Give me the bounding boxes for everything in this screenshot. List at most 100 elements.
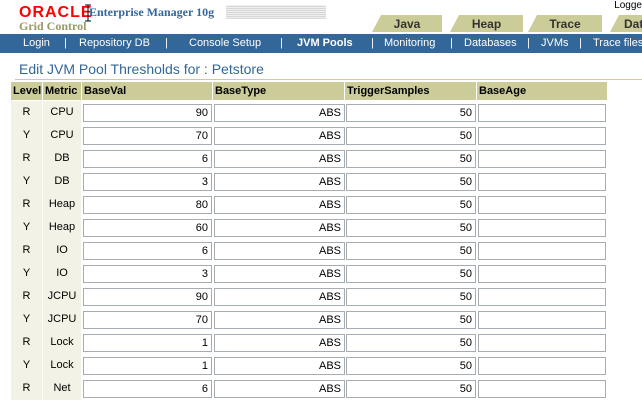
level-cell: Y bbox=[11, 262, 42, 285]
baseage-input[interactable] bbox=[478, 196, 606, 214]
triggersamples-input[interactable]: 50 bbox=[346, 242, 476, 260]
metric-cell: CPU bbox=[43, 101, 81, 124]
baseage-input[interactable] bbox=[478, 104, 606, 122]
basetype-input[interactable]: ABS bbox=[214, 104, 345, 122]
basetype-input[interactable]: ABS bbox=[214, 173, 345, 191]
tab-trace[interactable]: Trace bbox=[528, 15, 602, 32]
basetype-input[interactable]: ABS bbox=[214, 357, 345, 375]
level-cell: Y bbox=[11, 170, 42, 193]
baseval-input[interactable]: 80 bbox=[83, 196, 212, 214]
basetype-input[interactable]: ABS bbox=[214, 150, 345, 168]
baseval-input[interactable]: 1 bbox=[83, 357, 212, 375]
metric-cell: CPU bbox=[43, 124, 81, 147]
baseval-input[interactable]: 3 bbox=[83, 265, 212, 283]
nav-separator: | bbox=[450, 37, 453, 49]
basetype-input[interactable]: ABS bbox=[214, 311, 345, 329]
baseval-input[interactable]: 90 bbox=[83, 104, 212, 122]
level-cell: R bbox=[11, 101, 42, 124]
table-row: R IO 6 ABS 50 bbox=[11, 239, 642, 262]
nav-jvms[interactable]: JVMs bbox=[541, 37, 569, 50]
baseage-input[interactable] bbox=[478, 334, 606, 352]
tab-java[interactable]: Java bbox=[372, 15, 442, 32]
triggersamples-input[interactable]: 50 bbox=[346, 104, 476, 122]
baseage-input[interactable] bbox=[478, 265, 606, 283]
basetype-input[interactable]: ABS bbox=[214, 380, 345, 398]
baseval-input[interactable]: 1 bbox=[83, 334, 212, 352]
level-cell: R bbox=[11, 285, 42, 308]
table-row: Y Lock 1 ABS 50 bbox=[11, 354, 642, 377]
baseage-input[interactable] bbox=[478, 311, 606, 329]
baseage-input[interactable] bbox=[478, 127, 606, 145]
metric-cell: IO bbox=[43, 239, 81, 262]
logged-in-text: Logge bbox=[614, 0, 642, 11]
level-cell: Y bbox=[11, 216, 42, 239]
baseval-input[interactable]: 3 bbox=[83, 173, 212, 191]
baseval-input[interactable]: 6 bbox=[83, 150, 212, 168]
metric-cell: Lock bbox=[43, 354, 81, 377]
nav-separator: | bbox=[371, 37, 374, 49]
nav-trace-files[interactable]: Trace files bbox=[593, 37, 642, 50]
nav-jvm-pools[interactable]: JVM Pools bbox=[297, 37, 353, 50]
nav-monitoring[interactable]: Monitoring bbox=[384, 37, 435, 50]
table-row: R CPU 90 ABS 50 bbox=[11, 101, 642, 124]
baseage-input[interactable] bbox=[478, 242, 606, 260]
nav-separator: | bbox=[579, 37, 582, 49]
table-row: Y IO 3 ABS 50 bbox=[11, 262, 642, 285]
column-header-level: Level bbox=[11, 82, 42, 100]
baseage-input[interactable] bbox=[478, 357, 606, 375]
global-nav-bar: Login | Repository DB | Console Setup | … bbox=[0, 34, 642, 53]
basetype-input[interactable]: ABS bbox=[214, 334, 345, 352]
triggersamples-input[interactable]: 50 bbox=[346, 173, 476, 191]
triggersamples-input[interactable]: 50 bbox=[346, 196, 476, 214]
triggersamples-input[interactable]: 50 bbox=[346, 380, 476, 398]
basetype-input[interactable]: ABS bbox=[214, 219, 345, 237]
baseage-input[interactable] bbox=[478, 288, 606, 306]
baseval-input[interactable]: 6 bbox=[83, 380, 212, 398]
nav-repository-db[interactable]: Repository DB bbox=[79, 37, 150, 50]
basetype-input[interactable]: ABS bbox=[214, 265, 345, 283]
baseage-input[interactable] bbox=[478, 219, 606, 237]
baseval-input[interactable]: 60 bbox=[83, 219, 212, 237]
nav-separator: | bbox=[280, 37, 283, 49]
triggersamples-input[interactable]: 50 bbox=[346, 150, 476, 168]
baseval-input[interactable]: 90 bbox=[83, 288, 212, 306]
title-divider bbox=[15, 79, 642, 80]
nav-separator: | bbox=[527, 37, 530, 49]
column-header-baseval: BaseVal bbox=[82, 82, 212, 100]
tab-databases[interactable]: Datab bbox=[610, 15, 642, 32]
basetype-input[interactable]: ABS bbox=[214, 127, 345, 145]
baseval-input[interactable]: 70 bbox=[83, 311, 212, 329]
triggersamples-input[interactable]: 50 bbox=[346, 127, 476, 145]
basetype-input[interactable]: ABS bbox=[214, 196, 345, 214]
baseval-input[interactable]: 70 bbox=[83, 127, 212, 145]
nav-login[interactable]: Login bbox=[23, 37, 50, 50]
metric-cell: DB bbox=[43, 170, 81, 193]
metric-cell: IO bbox=[43, 262, 81, 285]
nav-databases[interactable]: Databases bbox=[464, 37, 517, 50]
page-title: Edit JVM Pool Thresholds for : Petstore bbox=[19, 61, 264, 77]
column-header-triggersamples: TriggerSamples bbox=[345, 82, 476, 100]
tab-heap[interactable]: Heap bbox=[450, 15, 523, 32]
level-cell: Y bbox=[11, 124, 42, 147]
triggersamples-input[interactable]: 50 bbox=[346, 288, 476, 306]
table-row: Y DB 3 ABS 50 bbox=[11, 170, 642, 193]
triggersamples-input[interactable]: 50 bbox=[346, 334, 476, 352]
triggersamples-input[interactable]: 50 bbox=[346, 357, 476, 375]
metric-cell: Lock bbox=[43, 331, 81, 354]
baseage-input[interactable] bbox=[478, 150, 606, 168]
triggersamples-input[interactable]: 50 bbox=[346, 219, 476, 237]
baseage-input[interactable] bbox=[478, 380, 606, 398]
nav-console-setup[interactable]: Console Setup bbox=[189, 37, 261, 50]
level-cell: Y bbox=[11, 308, 42, 331]
basetype-input[interactable]: ABS bbox=[214, 242, 345, 260]
triggersamples-input[interactable]: 50 bbox=[346, 265, 476, 283]
nav-separator: | bbox=[64, 37, 67, 49]
baseage-input[interactable] bbox=[478, 173, 606, 191]
basetype-input[interactable]: ABS bbox=[214, 288, 345, 306]
app-header: ORACLE Enterprise Manager 10g Grid Contr… bbox=[0, 0, 642, 34]
baseval-input[interactable]: 6 bbox=[83, 242, 212, 260]
column-header-metric: Metric bbox=[43, 82, 81, 100]
product-name: Enterprise Manager 10g bbox=[89, 5, 215, 19]
table-row: R Net 6 ABS 50 bbox=[11, 377, 642, 400]
triggersamples-input[interactable]: 50 bbox=[346, 311, 476, 329]
